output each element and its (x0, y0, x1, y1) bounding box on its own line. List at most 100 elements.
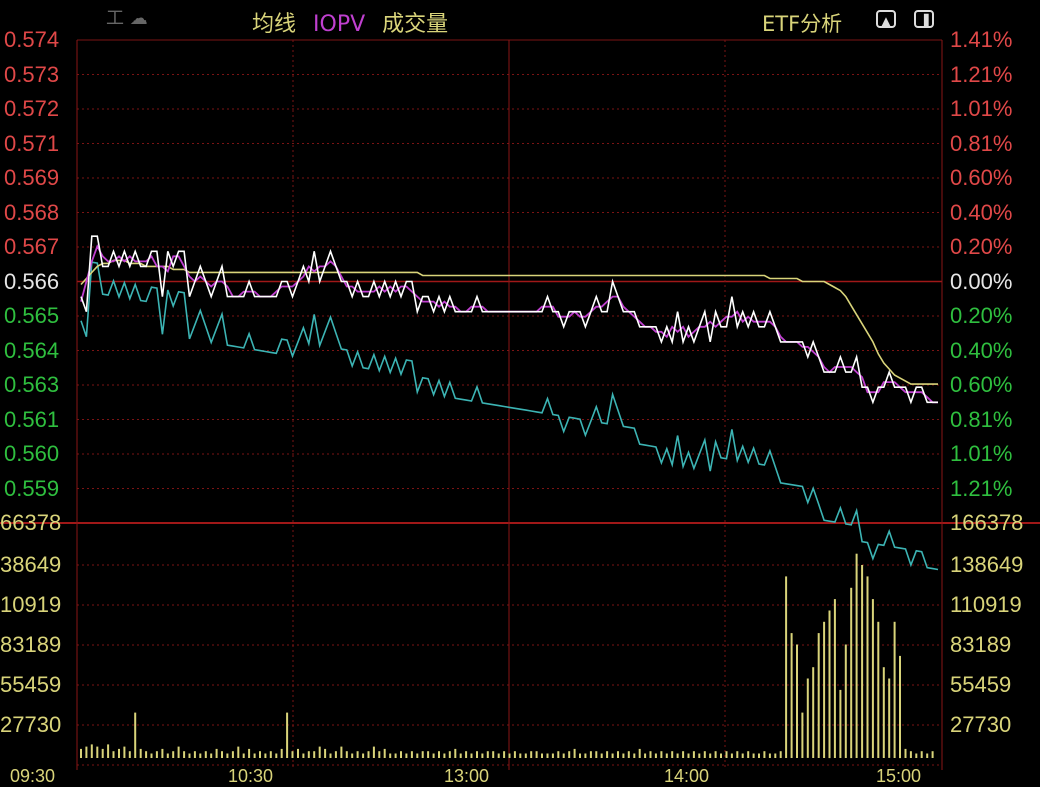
volume-bar (801, 712, 804, 758)
time-tick-label: 13:00 (444, 766, 490, 786)
volume-bar (573, 748, 576, 758)
volume-bar (410, 751, 413, 758)
volume-bar (665, 753, 668, 758)
volume-bar (698, 753, 701, 758)
volume-bar (893, 621, 896, 758)
volume-bar (145, 751, 148, 758)
volume-bar (378, 751, 381, 758)
volume-bar (96, 746, 99, 758)
percent-tick-label: 0.20% (950, 234, 1013, 259)
volume-bar (166, 753, 169, 758)
price-tick-label: 0.560 (4, 441, 60, 466)
volume-bar (101, 748, 104, 758)
percent-tick-label: 1.21% (950, 475, 1013, 501)
volume-bar (465, 751, 468, 758)
volume-bar (562, 753, 565, 758)
percent-tick-label: 1.41% (950, 27, 1013, 52)
volume-bar (535, 751, 538, 758)
volume-bar (622, 753, 625, 758)
volume-bar (861, 565, 864, 758)
volume-bar (492, 751, 495, 758)
volume-bar (687, 753, 690, 758)
volume-bar (248, 748, 251, 758)
volume-bar (324, 748, 327, 758)
volume-bar (915, 753, 918, 758)
volume-bar (768, 753, 771, 758)
volume-bar (806, 678, 809, 758)
volume-bar (150, 753, 153, 758)
volume-bar (454, 748, 457, 758)
volume-bar (334, 751, 337, 758)
percent-tick-label: 1.01% (950, 96, 1013, 121)
volume-bar (833, 599, 836, 758)
volume-bar (172, 751, 175, 758)
volume-bar (909, 751, 912, 758)
volume-bar (579, 753, 581, 758)
volume-bar (682, 751, 685, 758)
volume-bar (828, 610, 831, 759)
volume-bar (438, 751, 440, 758)
price-tick-label: 0.564 (4, 337, 60, 363)
volume-bar (752, 753, 755, 758)
volume-bar (633, 753, 636, 758)
intraday-chart[interactable] (0, 0, 1040, 780)
volume-bar (654, 753, 657, 758)
volume-bar (476, 751, 478, 758)
volume-bar (161, 748, 164, 758)
volume-bar (758, 753, 760, 758)
volume-bar (118, 748, 120, 758)
volume-bar (747, 751, 750, 758)
volume-bar (882, 667, 885, 758)
volume-bar (372, 746, 375, 758)
volume-bar (242, 753, 245, 758)
volume-bar (785, 576, 788, 758)
volume-bar (931, 751, 934, 758)
volume-bar (237, 746, 240, 758)
volume-bar (421, 751, 424, 758)
volume-bar (389, 753, 392, 758)
volume-bar (362, 753, 365, 758)
volume-bar (671, 751, 674, 758)
volume-bar (850, 587, 853, 759)
volume-bar (779, 751, 782, 758)
volume-bar (817, 633, 820, 758)
volume-bar (297, 748, 299, 758)
percent-tick-label: 0.20% (950, 303, 1013, 328)
volume-bar (551, 753, 554, 758)
volume-bar (877, 621, 880, 758)
volume-tick-label-right: 166378 (950, 510, 1024, 535)
volume-bar (899, 655, 901, 759)
volume-bar (188, 753, 191, 758)
volume-bar (231, 751, 234, 758)
volume-bar (714, 751, 717, 758)
volume-bar (774, 753, 777, 758)
volume-bar (85, 746, 88, 758)
volume-tick-label: 66378 (0, 510, 62, 535)
volume-bar (627, 751, 630, 758)
volume-bar (427, 751, 430, 758)
volume-bar (291, 751, 294, 758)
percent-tick-label: 0.00% (950, 268, 1013, 294)
price-tick-label: 0.568 (4, 199, 60, 225)
volume-bar (210, 753, 213, 758)
volume-tick-label: 10919 (0, 592, 62, 617)
volume-bar (638, 748, 641, 758)
volume-bar (812, 667, 815, 758)
volume-bar (904, 748, 907, 758)
volume-bar (416, 753, 419, 758)
volume-bar (589, 751, 592, 758)
volume-bar (259, 751, 261, 758)
volume-bar (107, 744, 110, 758)
volume-bar (676, 753, 679, 758)
volume-bar (926, 753, 929, 758)
percent-tick-label: 0.40% (950, 337, 1013, 363)
volume-bar (134, 712, 137, 758)
volume-bar (356, 751, 359, 758)
volume-bar (855, 553, 858, 758)
price-tick-label: 0.569 (4, 165, 60, 190)
volume-bar (340, 746, 343, 758)
volume-bar (128, 751, 131, 758)
volume-bar (183, 751, 186, 758)
volume-bar (345, 751, 348, 758)
volume-bar (400, 751, 402, 758)
